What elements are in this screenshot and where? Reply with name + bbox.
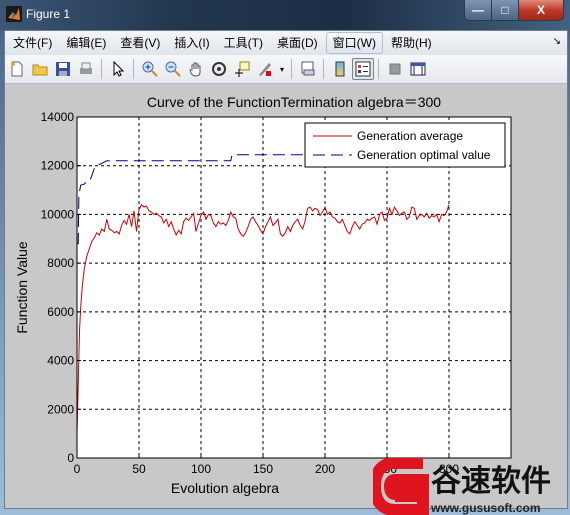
close-icon: X xyxy=(536,3,545,17)
y-tick-label: 8000 xyxy=(47,256,74,270)
figure-frame: 文件(F) 编辑(E) 查看(V) 插入(I) 工具(T) 桌面(D) 窗口(W… xyxy=(4,30,568,509)
watermark-logo: 谷速软件 www.gususoft.com xyxy=(373,458,551,515)
close-button[interactable]: X xyxy=(519,0,563,20)
toolbar-separator xyxy=(291,59,292,79)
y-tick-label: 12000 xyxy=(41,159,75,173)
toolbar-separator xyxy=(323,59,324,79)
rotate-3d-button[interactable] xyxy=(208,58,230,80)
menu-insert[interactable]: 插入(I) xyxy=(168,32,215,54)
hide-plot-tools-icon xyxy=(389,63,401,75)
print-icon xyxy=(80,62,92,74)
window-title: Figure 1 xyxy=(26,7,71,21)
menu-tools[interactable]: 工具(T) xyxy=(218,32,269,54)
open-file-button[interactable] xyxy=(29,58,51,80)
new-figure-button[interactable] xyxy=(6,58,28,80)
watermark-brand: 谷速软件 xyxy=(431,465,551,498)
menu-file[interactable]: 文件(F) xyxy=(7,32,58,54)
link-plot-button[interactable] xyxy=(297,58,319,80)
maximize-button[interactable]: □ xyxy=(492,0,519,20)
menu-edit[interactable]: 编辑(E) xyxy=(60,32,112,54)
y-axis-label: Function Value xyxy=(14,241,30,334)
menu-view[interactable]: 查看(V) xyxy=(114,32,166,54)
new-figure-icon xyxy=(11,61,23,77)
y-tick-label: 14000 xyxy=(41,110,75,124)
save-icon xyxy=(56,62,70,76)
chart-title: Curve of the FunctionTermination algebra… xyxy=(147,94,441,110)
figure-toolbar: ▾ xyxy=(5,55,567,84)
pan-icon xyxy=(189,62,201,77)
data-cursor-icon xyxy=(235,61,250,77)
legend-entry-label: Generation average xyxy=(357,129,463,143)
save-button[interactable] xyxy=(52,58,74,80)
open-file-icon xyxy=(32,64,48,76)
minimize-button[interactable]: — xyxy=(465,0,492,20)
pointer-icon xyxy=(113,61,125,77)
show-plot-tools-icon xyxy=(410,62,426,76)
y-tick-label: 2000 xyxy=(47,402,74,416)
menu-bar: 文件(F) 编辑(E) 查看(V) 插入(I) 工具(T) 桌面(D) 窗口(W… xyxy=(5,31,567,55)
toolbar-separator xyxy=(101,59,102,79)
legend-entry-label: Generation optimal value xyxy=(357,148,491,162)
x-tick-label: 150 xyxy=(253,462,273,476)
zoom-in-button[interactable] xyxy=(139,58,161,80)
legend-button[interactable] xyxy=(352,58,374,80)
matlab-logo-icon xyxy=(6,6,22,22)
y-tick-label: 0 xyxy=(67,451,74,465)
watermark-url: www.gususoft.com xyxy=(430,501,541,515)
toolbar-separator xyxy=(378,59,379,79)
colorbar-icon xyxy=(335,61,345,77)
line-chart: 0 50 100 150 200 250 3000200040006000800010000… xyxy=(14,94,512,496)
y-tick-label: 6000 xyxy=(47,305,74,319)
dock-arrow-icon[interactable]: ↘ xyxy=(553,36,561,47)
application-window: Figure 1 — □ X 文件(F) 编辑(E) 查看(V) 插入(I) 工… xyxy=(0,0,570,515)
x-tick-label: 0 xyxy=(74,462,81,476)
brush-icon xyxy=(259,63,271,76)
window-controls: — □ X xyxy=(464,0,564,21)
menu-help[interactable]: 帮助(H) xyxy=(385,32,438,54)
show-plot-tools-button[interactable] xyxy=(407,58,429,80)
brush-dropdown-button[interactable]: ▾ xyxy=(277,58,287,80)
figure-canvas: 0 50 100 150 200 250 300 0 2000 4000 6000 8000 10000… xyxy=(5,84,567,508)
pan-button[interactable] xyxy=(185,58,207,80)
print-button[interactable] xyxy=(75,58,97,80)
x-tick-label: 50 xyxy=(132,462,146,476)
colorbar-button[interactable] xyxy=(329,58,351,80)
menu-desktop[interactable]: 桌面(D) xyxy=(271,32,324,54)
rotate-3d-icon xyxy=(212,62,226,76)
x-tick-label: 200 xyxy=(315,462,335,476)
x-tick-label: 100 xyxy=(191,462,211,476)
chevron-down-icon: ▾ xyxy=(279,64,284,74)
legend-icon xyxy=(355,61,371,77)
zoom-in-icon xyxy=(142,61,158,77)
pointer-button[interactable] xyxy=(107,58,129,80)
plot-area xyxy=(77,117,511,458)
data-cursor-button[interactable] xyxy=(231,58,253,80)
zoom-out-icon xyxy=(165,61,181,77)
menu-window[interactable]: 窗口(W) xyxy=(325,32,383,54)
watermark-g-icon xyxy=(373,458,429,515)
zoom-out-button[interactable] xyxy=(162,58,184,80)
toolbar-separator xyxy=(133,59,134,79)
title-bar[interactable]: Figure 1 — □ X xyxy=(0,0,570,30)
link-plot-icon xyxy=(301,61,315,76)
y-tick-label: 4000 xyxy=(47,354,74,368)
minimize-icon: — xyxy=(472,3,484,17)
maximize-icon: □ xyxy=(501,3,509,17)
y-tick-label: 10000 xyxy=(41,207,75,221)
x-axis-label: Evolution algebra xyxy=(171,480,279,496)
hide-plot-tools-button[interactable] xyxy=(384,58,406,80)
brush-button[interactable] xyxy=(254,58,276,80)
